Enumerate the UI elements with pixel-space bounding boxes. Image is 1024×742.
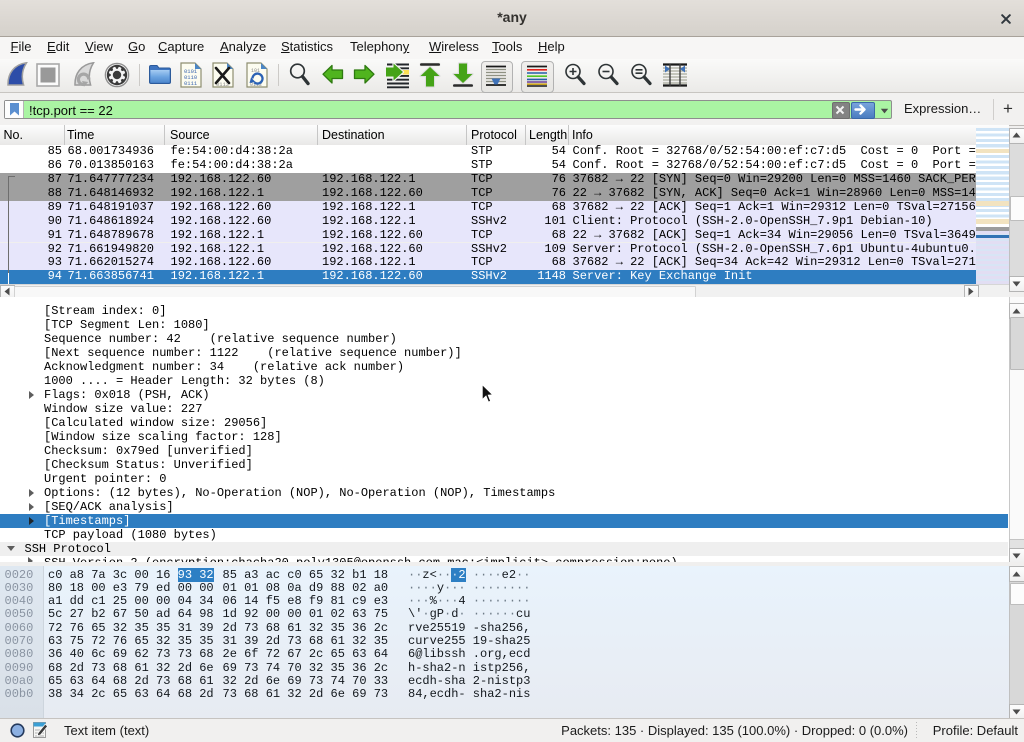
svg-text:0111: 0111	[184, 80, 198, 87]
